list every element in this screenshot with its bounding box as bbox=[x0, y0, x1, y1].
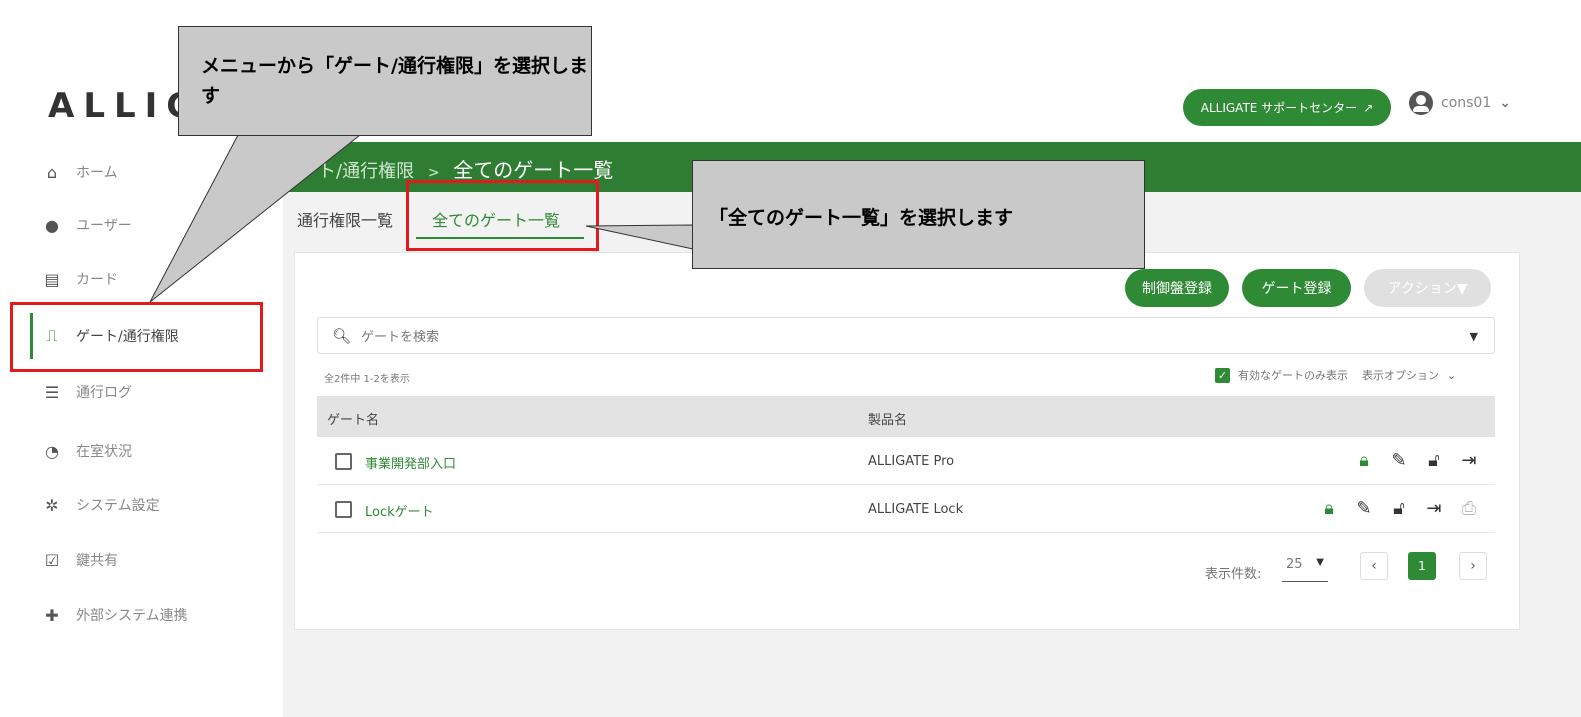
menu-callout-text: メニューから「ゲート/通行権限」を選択します bbox=[201, 55, 588, 107]
tab-callout: 「全てのゲート一覧」を選択します bbox=[692, 160, 1145, 269]
tab-callout-text: 「全てのゲート一覧」を選択します bbox=[709, 207, 1014, 229]
menu-callout: メニューから「ゲート/通行権限」を選択します bbox=[178, 26, 592, 136]
